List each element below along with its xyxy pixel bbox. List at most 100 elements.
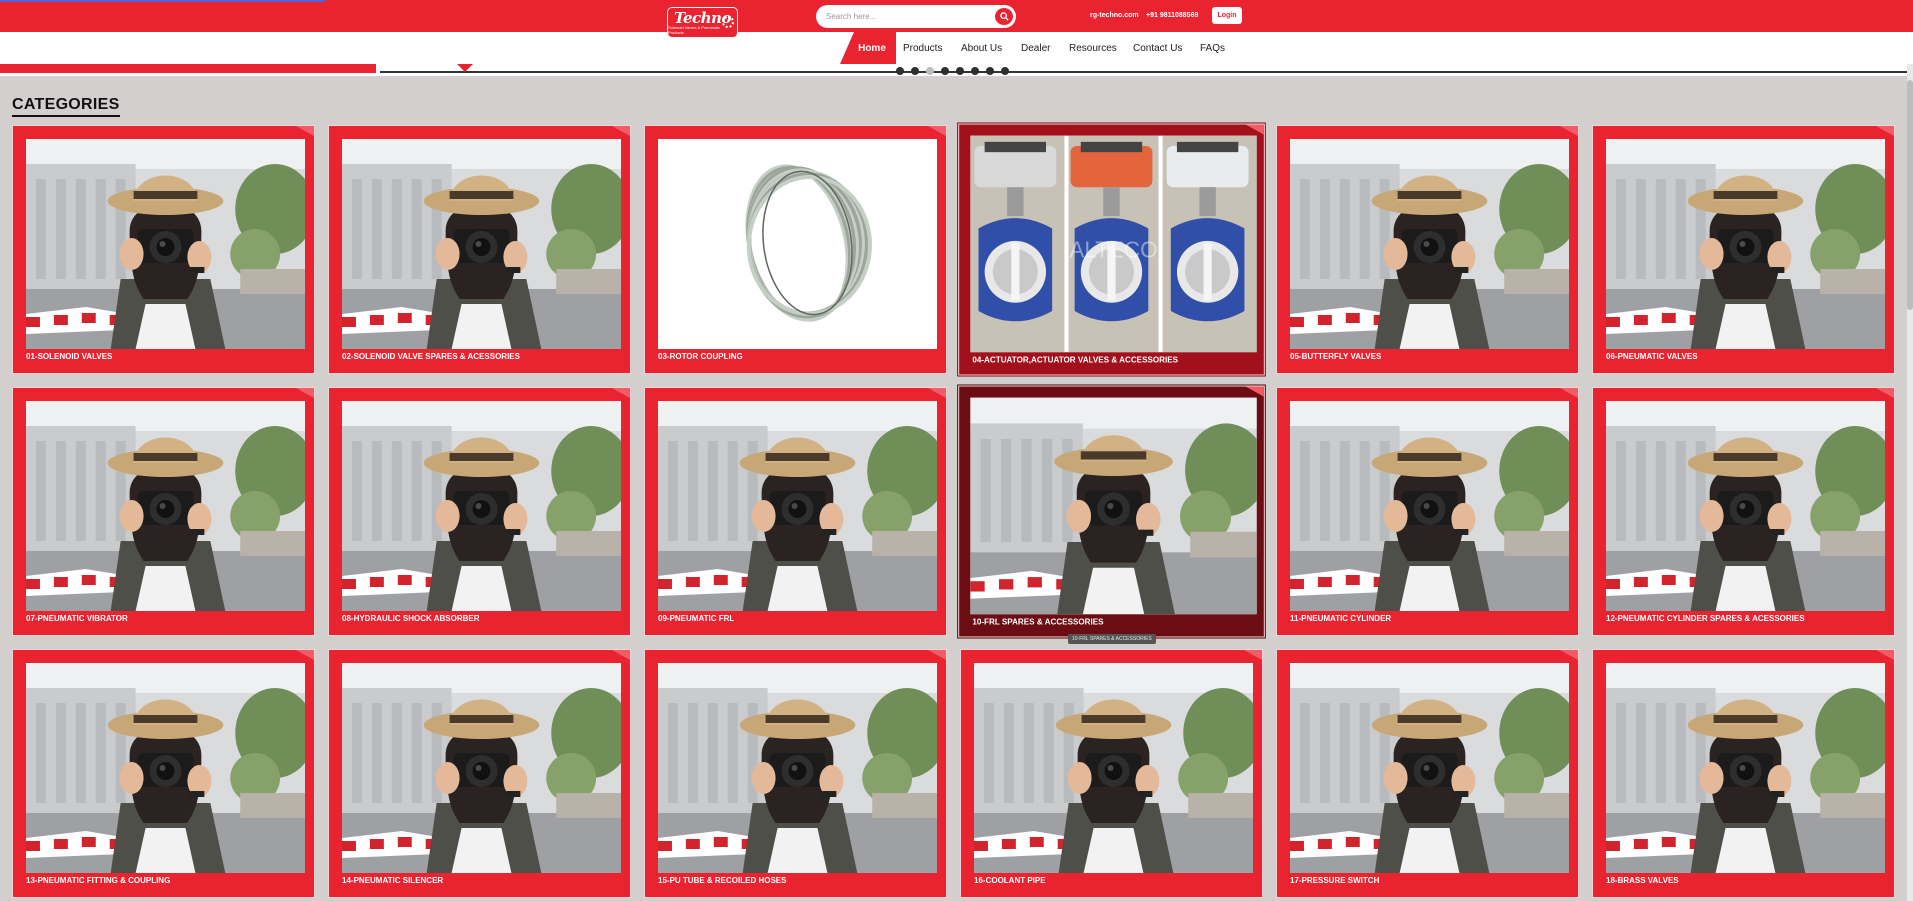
category-image bbox=[658, 139, 937, 349]
nav-item-faqs[interactable]: FAQs bbox=[1200, 43, 1225, 54]
photographer-photo bbox=[26, 663, 305, 873]
category-image bbox=[1290, 401, 1569, 611]
category-label: 17-PRESSURE SWITCH bbox=[1290, 876, 1380, 885]
rotor-coupling-photo bbox=[658, 139, 937, 349]
category-image bbox=[1606, 139, 1885, 349]
category-label: 16-COOLANT PIPE bbox=[974, 876, 1046, 885]
category-card[interactable]: 08-HYDRAULIC SHOCK ABSORBER bbox=[328, 387, 631, 636]
category-label: 14-PNEUMATIC SILENCER bbox=[342, 876, 444, 885]
category-card[interactable]: 10-FRL SPARES & ACCESSORIES bbox=[958, 385, 1265, 638]
tooltip: 10-FRL SPARES & ACCESSORIES bbox=[1068, 634, 1156, 644]
category-label: 08-HYDRAULIC SHOCK ABSORBER bbox=[342, 614, 480, 623]
nav-item-about-us[interactable]: About Us bbox=[961, 43, 1002, 54]
category-label: 06-PNEUMATIC VALVES bbox=[1606, 352, 1698, 361]
banner-arrow bbox=[457, 64, 473, 72]
photographer-photo bbox=[342, 663, 621, 873]
photographer-photo bbox=[970, 397, 1257, 615]
category-card[interactable]: 17-PRESSURE SWITCH bbox=[1276, 649, 1579, 898]
banner-line bbox=[380, 71, 1913, 73]
actuator-valves-photo: ALTECO bbox=[970, 135, 1257, 353]
category-image bbox=[658, 663, 937, 873]
nav-item-home[interactable]: Home bbox=[840, 32, 896, 64]
carousel-dot[interactable] bbox=[1001, 67, 1009, 75]
carousel-dot[interactable] bbox=[911, 67, 919, 75]
svg-text:ALTECO: ALTECO bbox=[1069, 237, 1157, 262]
category-card[interactable]: 05-BUTTERFLY VALVES bbox=[1276, 125, 1579, 374]
carousel-dot[interactable] bbox=[926, 67, 934, 75]
photographer-photo bbox=[26, 139, 305, 349]
category-image bbox=[974, 663, 1253, 873]
category-image bbox=[1290, 139, 1569, 349]
nav-item-products[interactable]: Products bbox=[903, 43, 942, 54]
category-label: 09-PNEUMATIC FRL bbox=[658, 614, 735, 623]
banner-red-block bbox=[0, 64, 376, 73]
search-input[interactable] bbox=[826, 9, 986, 24]
category-image bbox=[1606, 401, 1885, 611]
category-label: 15-PU TUBE & RECOILED HOSES bbox=[658, 876, 787, 885]
category-label: 01-SOLENOID VALVES bbox=[26, 352, 113, 361]
category-card[interactable]: ALTECO 04-ACTUATOR,ACTUATOR VALVES & ACC… bbox=[958, 123, 1265, 376]
category-label: 10-FRL SPARES & ACCESSORIES bbox=[972, 617, 1104, 627]
category-label: 03-ROTOR COUPLING bbox=[658, 352, 743, 361]
category-card[interactable]: 06-PNEUMATIC VALVES bbox=[1592, 125, 1895, 374]
category-label: 13-PNEUMATIC FITTING & COUPLING bbox=[26, 876, 171, 885]
gear-icon bbox=[722, 16, 734, 28]
photographer-photo bbox=[342, 139, 621, 349]
photographer-photo bbox=[1606, 139, 1885, 349]
category-card[interactable]: 01-SOLENOID VALVES bbox=[12, 125, 315, 374]
category-image bbox=[342, 663, 621, 873]
category-card[interactable]: 02-SOLENOID VALVE SPARES & ACESSORIES bbox=[328, 125, 631, 374]
scrollbar-thumb[interactable] bbox=[1907, 80, 1913, 310]
search-icon bbox=[999, 12, 1009, 21]
top-bar: rg-techno.com +91 9811088569 Login bbox=[0, 0, 1913, 32]
login-button[interactable]: Login bbox=[1212, 7, 1242, 24]
category-label: 12-PNEUMATIC CYLINDER SPARES & ACESSORIE… bbox=[1606, 614, 1805, 623]
photographer-photo bbox=[26, 401, 305, 611]
carousel-dot[interactable] bbox=[956, 67, 964, 75]
category-image bbox=[1290, 663, 1569, 873]
category-card[interactable]: 16-COOLANT PIPE bbox=[960, 649, 1263, 898]
photographer-photo bbox=[1606, 663, 1885, 873]
category-label: 05-BUTTERFLY VALVES bbox=[1290, 352, 1382, 361]
category-image bbox=[26, 139, 305, 349]
category-image bbox=[970, 397, 1257, 615]
page-load-progress bbox=[0, 0, 325, 2]
carousel-dots bbox=[896, 67, 1009, 75]
category-image: ALTECO bbox=[970, 135, 1257, 353]
category-card[interactable]: 13-PNEUMATIC FITTING & COUPLING bbox=[12, 649, 315, 898]
category-label: 04-ACTUATOR,ACTUATOR VALVES & ACCESSORIE… bbox=[972, 355, 1179, 365]
website-link[interactable]: rg-techno.com bbox=[1090, 12, 1139, 19]
category-card[interactable]: 09-PNEUMATIC FRL bbox=[644, 387, 947, 636]
category-card[interactable]: 15-PU TUBE & RECOILED HOSES bbox=[644, 649, 947, 898]
logo[interactable]: Techno Solenoid Valves & Pneumatic Produ… bbox=[667, 7, 738, 38]
carousel-dot[interactable] bbox=[941, 67, 949, 75]
category-card[interactable]: 11-PNEUMATIC CYLINDER bbox=[1276, 387, 1579, 636]
category-grid: 01-SOLENOID VALVES 02-SOLENOID VALVE SPA… bbox=[12, 123, 1895, 898]
search-button[interactable] bbox=[995, 8, 1013, 25]
category-card[interactable]: 14-PNEUMATIC SILENCER bbox=[328, 649, 631, 898]
category-card[interactable]: 07-PNEUMATIC VIBRATOR bbox=[12, 387, 315, 636]
category-label: 07-PNEUMATIC VIBRATOR bbox=[26, 614, 128, 623]
carousel-dot[interactable] bbox=[971, 67, 979, 75]
phone-link[interactable]: +91 9811088569 bbox=[1146, 12, 1198, 19]
nav-item-resources[interactable]: Resources bbox=[1069, 43, 1117, 54]
carousel-dot[interactable] bbox=[896, 67, 904, 75]
category-card[interactable]: 18-BRASS VALVES bbox=[1592, 649, 1895, 898]
photographer-photo bbox=[1290, 139, 1569, 349]
section-title: CATEGORIES bbox=[12, 96, 120, 117]
nav-item-contact-us[interactable]: Contact Us bbox=[1133, 43, 1182, 54]
category-image bbox=[342, 139, 621, 349]
search-box bbox=[816, 5, 1016, 28]
category-image bbox=[26, 401, 305, 611]
category-card[interactable]: 12-PNEUMATIC CYLINDER SPARES & ACESSORIE… bbox=[1592, 387, 1895, 636]
photographer-photo bbox=[658, 401, 937, 611]
category-card[interactable]: 03-ROTOR COUPLING bbox=[644, 125, 947, 374]
photographer-photo bbox=[1290, 663, 1569, 873]
category-label: 18-BRASS VALVES bbox=[1606, 876, 1679, 885]
category-image bbox=[26, 663, 305, 873]
category-image bbox=[1606, 663, 1885, 873]
photographer-photo bbox=[658, 663, 937, 873]
category-label: 02-SOLENOID VALVE SPARES & ACESSORIES bbox=[342, 352, 520, 361]
carousel-dot[interactable] bbox=[986, 67, 994, 75]
nav-item-dealer[interactable]: Dealer bbox=[1021, 43, 1050, 54]
